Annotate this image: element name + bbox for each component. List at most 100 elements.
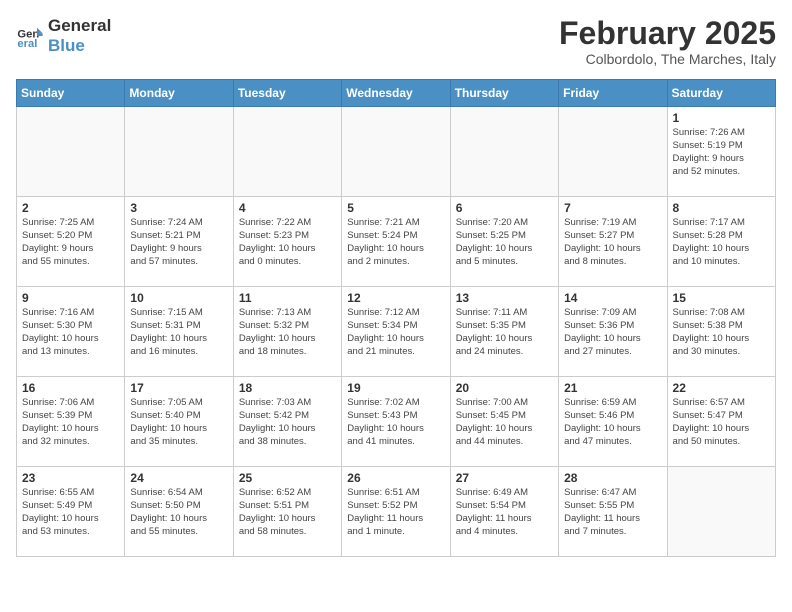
- calendar-cell: 27 Sunrise: 6:49 AM Sunset: 5:54 PM Dayli…: [450, 467, 558, 557]
- day-info: Sunrise: 7:20 AM Sunset: 5:25 PM Dayligh…: [456, 217, 553, 268]
- day-number: 19: [347, 381, 444, 395]
- calendar-cell: 16 Sunrise: 7:06 AM Sunset: 5:39 PM Dayli…: [17, 377, 125, 467]
- day-info: Sunrise: 6:59 AM Sunset: 5:46 PM Dayligh…: [564, 397, 661, 448]
- calendar-week-1: 1 Sunrise: 7:26 AM Sunset: 5:19 PM Daylig…: [17, 107, 776, 197]
- day-info: Sunrise: 7:22 AM Sunset: 5:23 PM Dayligh…: [239, 217, 336, 268]
- day-info: Sunrise: 7:17 AM Sunset: 5:28 PM Dayligh…: [673, 217, 770, 268]
- calendar-week-2: 2 Sunrise: 7:25 AM Sunset: 5:20 PM Daylig…: [17, 197, 776, 287]
- day-number: 9: [22, 291, 119, 305]
- weekday-header-monday: Monday: [125, 80, 233, 107]
- day-number: 6: [456, 201, 553, 215]
- calendar-week-5: 23Sunrise: 6:55 AM Sunset: 5:49 PM Dayli…: [17, 467, 776, 557]
- day-number: 27: [456, 471, 553, 485]
- calendar-table: SundayMondayTuesdayWednesdayThursdayFrid…: [16, 79, 776, 557]
- calendar-cell: 10 Sunrise: 7:15 AM Sunset: 5:31 PM Dayli…: [125, 287, 233, 377]
- day-info: Sunrise: 7:12 AM Sunset: 5:34 PM Dayligh…: [347, 307, 444, 358]
- day-info: Sunrise: 7:09 AM Sunset: 5:36 PM Dayligh…: [564, 307, 661, 358]
- calendar-cell: 3 Sunrise: 7:24 AM Sunset: 5:21 PM Daylig…: [125, 197, 233, 287]
- logo-line1: General: [48, 16, 111, 36]
- calendar-cell: 24 Sunrise: 6:54 AM Sunset: 5:50 PM Dayli…: [125, 467, 233, 557]
- day-info: Sunrise: 7:25 AM Sunset: 5:20 PM Dayligh…: [22, 217, 119, 268]
- calendar-cell: 26 Sunrise: 6:51 AM Sunset: 5:52 PM Dayli…: [342, 467, 450, 557]
- day-number: 15: [673, 291, 770, 305]
- calendar-subtitle: Colbordolo, The Marches, Italy: [559, 51, 776, 67]
- calendar-cell: [342, 107, 450, 197]
- weekday-header-sunday: Sunday: [17, 80, 125, 107]
- day-info: Sunrise: 6:51 AM Sunset: 5:52 PM Dayligh…: [347, 487, 444, 538]
- weekday-header-saturday: Saturday: [667, 80, 775, 107]
- day-info: Sunrise: 6:54 AM Sunset: 5:50 PM Dayligh…: [130, 487, 227, 538]
- day-info: Sunrise: 7:06 AM Sunset: 5:39 PM Dayligh…: [22, 397, 119, 448]
- day-info: Sunrise: 7:15 AM Sunset: 5:31 PM Dayligh…: [130, 307, 227, 358]
- weekday-header-tuesday: Tuesday: [233, 80, 341, 107]
- calendar-cell: 25 Sunrise: 6:52 AM Sunset: 5:51 PM Dayli…: [233, 467, 341, 557]
- day-info: Sunrise: 7:05 AM Sunset: 5:40 PM Dayligh…: [130, 397, 227, 448]
- day-info: Sunrise: 6:57 AM Sunset: 5:47 PM Dayligh…: [673, 397, 770, 448]
- day-info: Sunrise: 7:08 AM Sunset: 5:38 PM Dayligh…: [673, 307, 770, 358]
- calendar-week-3: 9 Sunrise: 7:16 AM Sunset: 5:30 PM Daylig…: [17, 287, 776, 377]
- weekday-header-wednesday: Wednesday: [342, 80, 450, 107]
- day-info: Sunrise: 7:03 AM Sunset: 5:42 PM Dayligh…: [239, 397, 336, 448]
- calendar-cell: [559, 107, 667, 197]
- day-info: Sunrise: 7:21 AM Sunset: 5:24 PM Dayligh…: [347, 217, 444, 268]
- day-info: Sunrise: 7:26 AM Sunset: 5:19 PM Dayligh…: [673, 127, 770, 178]
- calendar-cell: 18 Sunrise: 7:03 AM Sunset: 5:42 PM Dayli…: [233, 377, 341, 467]
- calendar-title-area: February 2025 Colbordolo, The Marches, I…: [559, 16, 776, 67]
- calendar-cell: 19 Sunrise: 7:02 AM Sunset: 5:43 PM Dayli…: [342, 377, 450, 467]
- day-number: 20: [456, 381, 553, 395]
- day-info: Sunrise: 7:02 AM Sunset: 5:43 PM Dayligh…: [347, 397, 444, 448]
- day-number: 3: [130, 201, 227, 215]
- calendar-cell: 11 Sunrise: 7:13 AM Sunset: 5:32 PM Dayli…: [233, 287, 341, 377]
- calendar-cell: 1 Sunrise: 7:26 AM Sunset: 5:19 PM Daylig…: [667, 107, 775, 197]
- day-number: 10: [130, 291, 227, 305]
- calendar-cell: 22 Sunrise: 6:57 AM Sunset: 5:47 PM Dayli…: [667, 377, 775, 467]
- weekday-header-row: SundayMondayTuesdayWednesdayThursdayFrid…: [17, 80, 776, 107]
- day-info: Sunrise: 7:16 AM Sunset: 5:30 PM Dayligh…: [22, 307, 119, 358]
- day-number: 22: [673, 381, 770, 395]
- calendar-cell: 23Sunrise: 6:55 AM Sunset: 5:49 PM Dayli…: [17, 467, 125, 557]
- day-number: 24: [130, 471, 227, 485]
- logo: Gen eral General Blue: [16, 16, 111, 57]
- calendar-title: February 2025: [559, 16, 776, 51]
- day-number: 28: [564, 471, 661, 485]
- calendar-cell: 6 Sunrise: 7:20 AM Sunset: 5:25 PM Daylig…: [450, 197, 558, 287]
- day-number: 26: [347, 471, 444, 485]
- calendar-cell: 20 Sunrise: 7:00 AM Sunset: 5:45 PM Dayli…: [450, 377, 558, 467]
- day-info: Sunrise: 7:24 AM Sunset: 5:21 PM Dayligh…: [130, 217, 227, 268]
- calendar-cell: 5 Sunrise: 7:21 AM Sunset: 5:24 PM Daylig…: [342, 197, 450, 287]
- calendar-cell: 15 Sunrise: 7:08 AM Sunset: 5:38 PM Dayli…: [667, 287, 775, 377]
- day-info: Sunrise: 7:13 AM Sunset: 5:32 PM Dayligh…: [239, 307, 336, 358]
- calendar-cell: [17, 107, 125, 197]
- calendar-cell: 4 Sunrise: 7:22 AM Sunset: 5:23 PM Daylig…: [233, 197, 341, 287]
- logo-icon: Gen eral: [16, 22, 44, 50]
- weekday-header-thursday: Thursday: [450, 80, 558, 107]
- day-number: 14: [564, 291, 661, 305]
- day-number: 5: [347, 201, 444, 215]
- day-number: 16: [22, 381, 119, 395]
- day-number: 21: [564, 381, 661, 395]
- day-info: Sunrise: 6:47 AM Sunset: 5:55 PM Dayligh…: [564, 487, 661, 538]
- calendar-cell: 21 Sunrise: 6:59 AM Sunset: 5:46 PM Dayli…: [559, 377, 667, 467]
- day-info: Sunrise: 6:52 AM Sunset: 5:51 PM Dayligh…: [239, 487, 336, 538]
- day-info: Sunrise: 7:11 AM Sunset: 5:35 PM Dayligh…: [456, 307, 553, 358]
- page-header: Gen eral General Blue February 2025 Colb…: [16, 16, 776, 67]
- calendar-cell: 2 Sunrise: 7:25 AM Sunset: 5:20 PM Daylig…: [17, 197, 125, 287]
- day-info: Sunrise: 7:00 AM Sunset: 5:45 PM Dayligh…: [456, 397, 553, 448]
- calendar-cell: 14 Sunrise: 7:09 AM Sunset: 5:36 PM Dayli…: [559, 287, 667, 377]
- calendar-cell: 13Sunrise: 7:11 AM Sunset: 5:35 PM Dayli…: [450, 287, 558, 377]
- calendar-cell: 7Sunrise: 7:19 AM Sunset: 5:27 PM Daylig…: [559, 197, 667, 287]
- calendar-cell: [667, 467, 775, 557]
- day-info: Sunrise: 7:19 AM Sunset: 5:27 PM Dayligh…: [564, 217, 661, 268]
- day-number: 25: [239, 471, 336, 485]
- day-number: 23: [22, 471, 119, 485]
- calendar-cell: [233, 107, 341, 197]
- day-number: 4: [239, 201, 336, 215]
- calendar-cell: 28 Sunrise: 6:47 AM Sunset: 5:55 PM Dayli…: [559, 467, 667, 557]
- day-number: 11: [239, 291, 336, 305]
- day-number: 18: [239, 381, 336, 395]
- day-number: 8: [673, 201, 770, 215]
- calendar-cell: 17Sunrise: 7:05 AM Sunset: 5:40 PM Dayli…: [125, 377, 233, 467]
- day-number: 1: [673, 111, 770, 125]
- day-info: Sunrise: 6:49 AM Sunset: 5:54 PM Dayligh…: [456, 487, 553, 538]
- day-number: 2: [22, 201, 119, 215]
